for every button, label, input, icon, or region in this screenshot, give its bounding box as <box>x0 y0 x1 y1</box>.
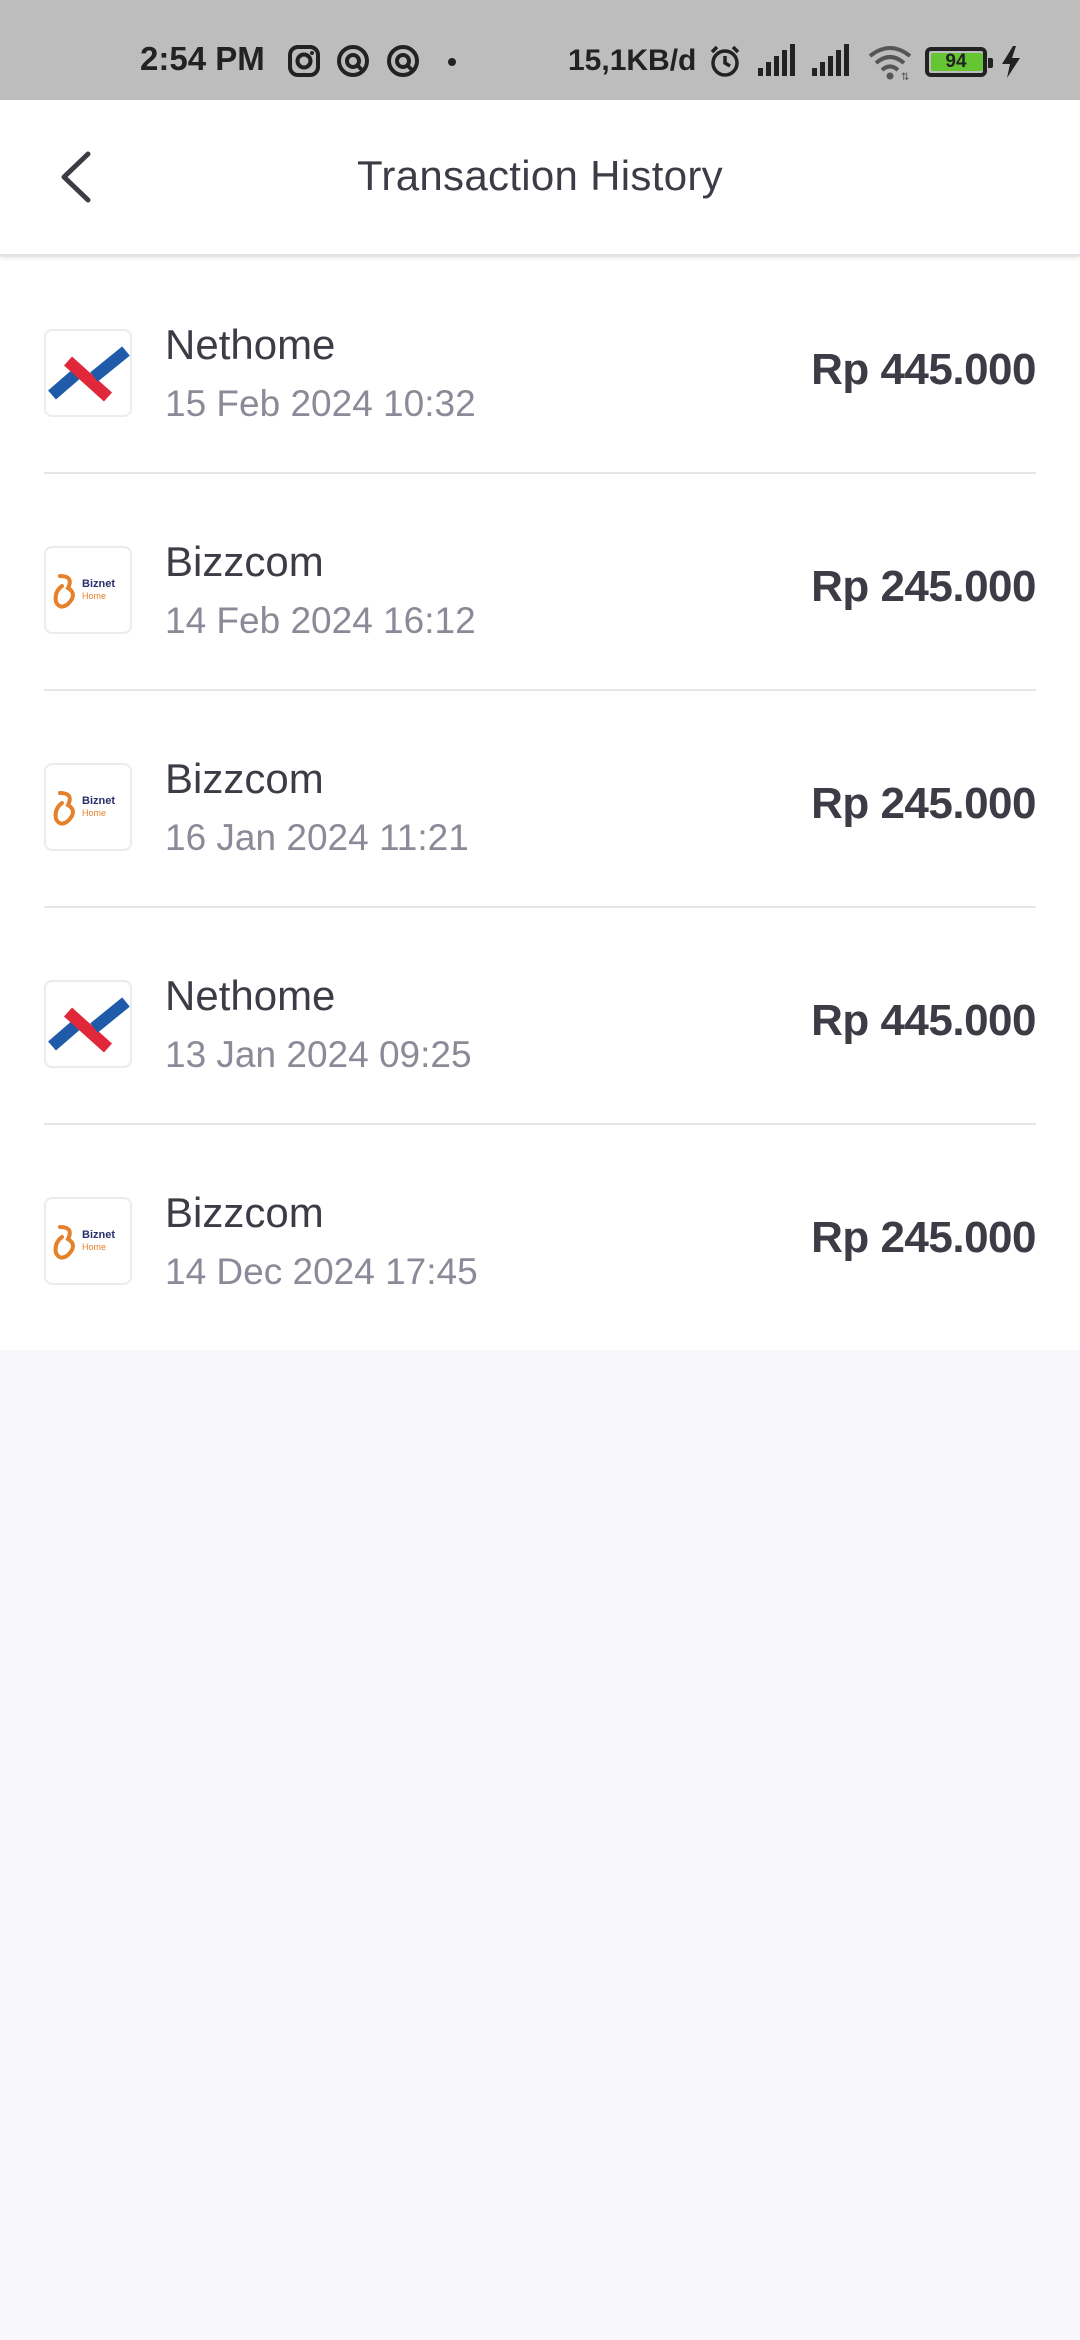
signal-icon <box>758 44 795 76</box>
biznet-logo-mark <box>53 791 75 826</box>
biznet-logo: Biznet Home <box>44 763 132 851</box>
transaction-date: 14 Dec 2024 17:45 <box>165 1251 478 1292</box>
biznet-logo-text: Biznet <box>82 578 115 590</box>
transaction-amount: Rp 245.000 <box>811 779 1036 828</box>
transaction-row[interactable]: Biznet Home Bizzcom 14 Feb 2024 16:12 Rp… <box>0 474 1080 691</box>
transaction-date: 14 Feb 2024 16:12 <box>165 600 476 641</box>
transaction-provider: Nethome <box>165 972 336 1019</box>
biznet-logo-mark <box>53 1225 75 1260</box>
nethome-logo-mark <box>48 346 130 402</box>
transaction-row[interactable]: Nethome 15 Feb 2024 10:32 Rp 445.000 <box>0 257 1080 474</box>
biznet-logo-mark <box>53 574 75 609</box>
app-notification-icon <box>337 45 369 77</box>
biznet-logo: Biznet Home <box>44 1197 132 1285</box>
biznet-logo: Biznet Home <box>44 546 132 634</box>
transaction-date: 15 Feb 2024 10:32 <box>165 383 476 424</box>
instagram-icon <box>288 45 320 77</box>
transaction-date: 16 Jan 2024 11:21 <box>165 817 469 858</box>
transaction-provider: Bizzcom <box>165 538 324 585</box>
more-notifications-dot <box>448 58 456 66</box>
nethome-logo <box>44 329 132 417</box>
transaction-amount: Rp 445.000 <box>811 996 1036 1045</box>
nethome-logo <box>44 980 132 1068</box>
biznet-logo-subtext: Home <box>82 808 107 818</box>
biznet-logo-text: Biznet <box>82 795 115 807</box>
biznet-logo-subtext: Home <box>82 591 107 601</box>
transaction-amount: Rp 245.000 <box>811 562 1036 611</box>
transaction-amount: Rp 445.000 <box>811 345 1036 394</box>
network-speed: 15,1KB/d <box>568 44 697 77</box>
transaction-date: 13 Jan 2024 09:25 <box>165 1034 472 1075</box>
status-bar: 2:54 PM 15,1KB/d ⇅ 94 <box>0 0 1080 100</box>
page-title: Transaction History <box>357 152 723 199</box>
battery-level: 94 <box>945 51 967 72</box>
transaction-amount: Rp 245.000 <box>811 1213 1036 1262</box>
status-time: 2:54 PM <box>140 40 265 77</box>
transaction-list: Nethome 15 Feb 2024 10:32 Rp 445.000 Biz… <box>0 257 1080 1350</box>
transaction-provider: Nethome <box>165 321 336 368</box>
biznet-logo-subtext: Home <box>82 1242 107 1252</box>
transaction-provider: Bizzcom <box>165 755 324 802</box>
svg-text:⇅: ⇅ <box>901 72 909 80</box>
app-header: Transaction History <box>0 100 1080 255</box>
transaction-provider: Bizzcom <box>165 1189 324 1236</box>
transaction-row[interactable]: Biznet Home Bizzcom 16 Jan 2024 11:21 Rp… <box>0 691 1080 908</box>
wifi-icon: ⇅ <box>868 46 912 80</box>
app-notification-icon <box>387 45 419 77</box>
biznet-logo-text: Biznet <box>82 1229 115 1241</box>
battery-icon: 94 <box>925 47 993 77</box>
transaction-row[interactable]: Nethome 13 Jan 2024 09:25 Rp 445.000 <box>0 908 1080 1125</box>
charging-icon <box>1002 46 1020 78</box>
alarm-icon <box>710 45 740 77</box>
signal-icon <box>812 44 849 76</box>
nethome-logo-mark <box>48 997 130 1053</box>
transaction-row[interactable]: Biznet Home Bizzcom 14 Dec 2024 17:45 Rp… <box>0 1125 1080 1350</box>
